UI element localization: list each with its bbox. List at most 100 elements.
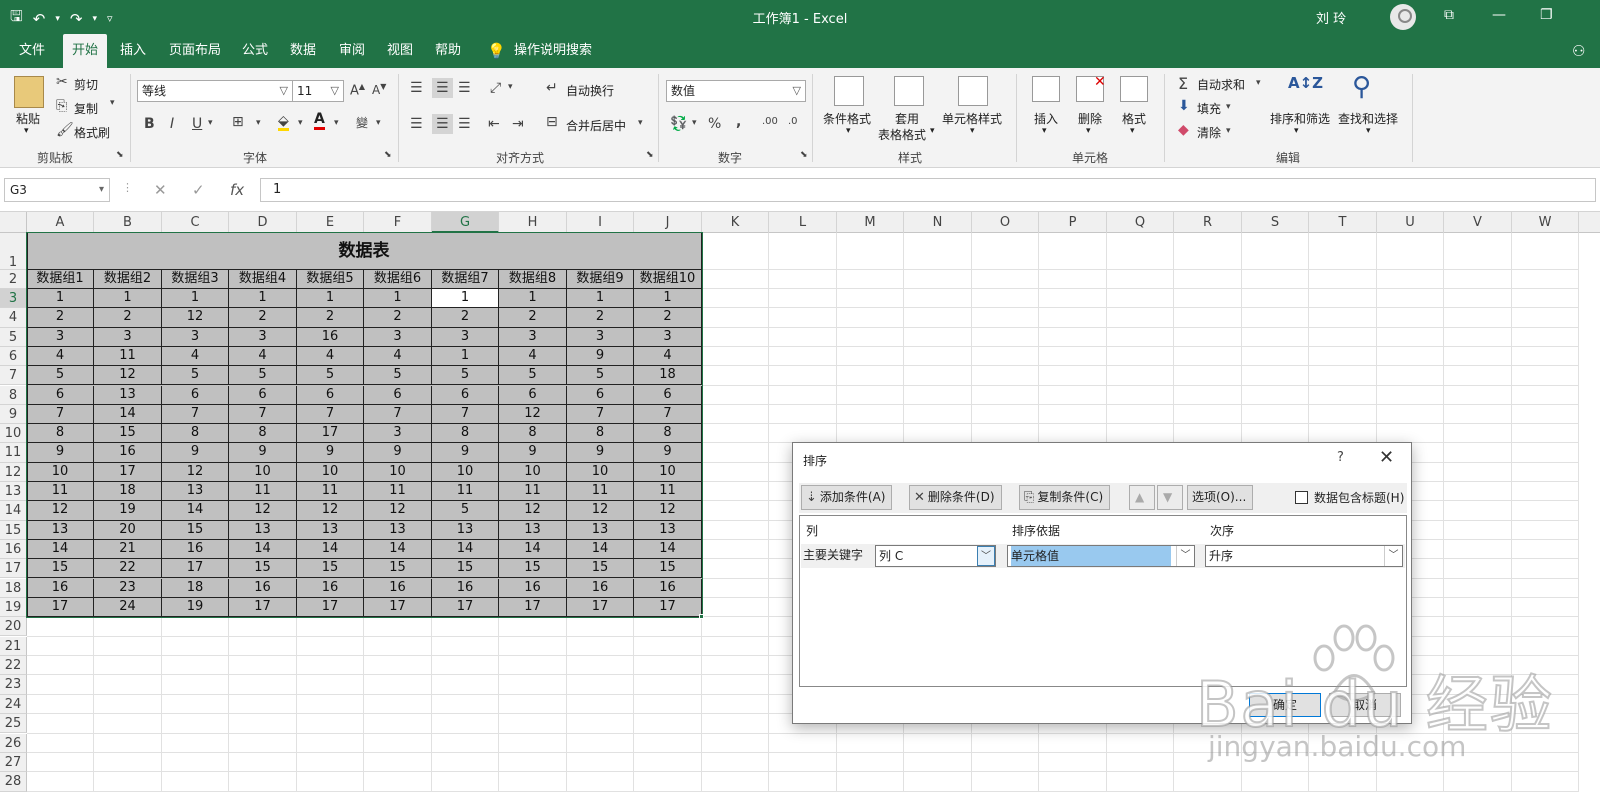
sort-on-select[interactable]: 单元格值 ﹀ [1007, 545, 1195, 567]
fill-color-icon[interactable]: ⬙ [278, 114, 289, 131]
table-cell[interactable]: 15 [27, 559, 94, 579]
row-header-5[interactable]: 5 [0, 327, 27, 347]
table-header-cell[interactable]: 数据组5 [297, 270, 364, 289]
table-cell[interactable]: 5 [229, 366, 297, 386]
table-cell[interactable]: 6 [297, 385, 364, 405]
dialog-launcher-icon[interactable]: ⬊ [800, 150, 808, 160]
fill-button[interactable]: 填充 [1197, 100, 1221, 117]
row-header-12[interactable]: 12 [0, 462, 27, 482]
table-cell[interactable]: 15 [634, 559, 702, 579]
ok-button[interactable]: 确定 [1249, 693, 1321, 717]
copy-level-button[interactable]: ⎘ 复制条件(C) [1019, 485, 1111, 510]
bold-icon[interactable]: B [144, 116, 155, 132]
table-cell[interactable]: 16 [567, 578, 634, 598]
table-cell[interactable]: 7 [27, 404, 94, 425]
column-header-h[interactable]: H [499, 212, 567, 233]
table-cell[interactable]: 11 [499, 482, 567, 502]
table-cell[interactable]: 4 [499, 346, 567, 367]
chevron-down-icon[interactable]: ▾ [1042, 126, 1047, 136]
table-cell[interactable]: 13 [229, 520, 297, 540]
tab-file[interactable]: 文件 [10, 34, 54, 68]
table-cell[interactable]: 16 [634, 578, 702, 598]
avatar[interactable] [1390, 4, 1416, 30]
autosum-button[interactable]: 自动求和 [1197, 76, 1245, 93]
table-cell[interactable]: 12 [499, 501, 567, 521]
table-cell[interactable]: 10 [297, 462, 364, 482]
chevron-down-icon[interactable]: ▾ [208, 118, 213, 128]
table-cell[interactable]: 15 [162, 520, 229, 540]
table-cell[interactable]: 16 [499, 578, 567, 598]
table-cell[interactable]: 17 [499, 597, 567, 618]
row-header-22[interactable]: 22 [0, 655, 27, 676]
tab-data[interactable]: 数据 [281, 34, 325, 68]
column-header-f[interactable]: F [364, 212, 432, 233]
chevron-down-icon[interactable]: ▾ [1294, 126, 1299, 136]
column-header-e[interactable]: E [297, 212, 364, 233]
restore-icon[interactable]: ❐ [1540, 7, 1553, 23]
table-cell[interactable]: 16 [364, 578, 432, 598]
row-header-4[interactable]: 4 [0, 308, 27, 328]
table-cell[interactable]: 1 [162, 289, 229, 309]
align-center-icon[interactable]: ☰ [432, 114, 453, 134]
ribbon-display-icon[interactable]: ⧉ [1444, 7, 1454, 23]
table-cell[interactable]: 1 [432, 289, 499, 309]
chevron-down-icon[interactable]: ▾ [638, 118, 643, 128]
table-cell[interactable]: 3 [229, 327, 297, 347]
table-title[interactable]: 数据表 [27, 233, 702, 270]
table-cell[interactable]: 14 [634, 539, 702, 560]
table-cell[interactable]: 10 [567, 462, 634, 482]
format-as-table-line1[interactable]: 套用 [895, 110, 919, 127]
column-select[interactable]: 列 C ﹀ [875, 545, 996, 567]
table-cell[interactable]: 8 [567, 424, 634, 444]
sort-level-row[interactable]: 主要关键字 列 C ﹀ 单元格值 ﹀ 升序 ﹀ [801, 544, 1405, 568]
table-header-cell[interactable]: 数据组8 [499, 270, 567, 289]
chevron-down-icon[interactable]: ▾ [692, 118, 697, 128]
delete-cells-button[interactable]: 删除 [1078, 110, 1102, 127]
table-cell[interactable]: 15 [364, 559, 432, 579]
table-cell[interactable]: 1 [27, 289, 94, 309]
column-header-m[interactable]: M [837, 212, 904, 233]
chevron-down-icon[interactable]: ▾ [334, 118, 339, 128]
table-cell[interactable]: 2 [27, 308, 94, 328]
table-cell[interactable]: 3 [432, 327, 499, 347]
table-cell[interactable]: 8 [229, 424, 297, 444]
enter-icon[interactable]: ✓ [192, 181, 205, 199]
table-cell[interactable]: 5 [499, 366, 567, 386]
table-cell[interactable]: 12 [162, 308, 229, 328]
clear-button[interactable]: 清除 [1197, 124, 1221, 141]
table-cell[interactable]: 13 [634, 520, 702, 540]
table-cell[interactable]: 4 [162, 346, 229, 367]
border-icon[interactable]: ⊞ [232, 114, 244, 130]
tab-view[interactable]: 视图 [378, 34, 422, 68]
table-cell[interactable]: 9 [499, 443, 567, 463]
table-header-cell[interactable]: 数据组6 [364, 270, 432, 289]
decrease-decimal-icon[interactable]: .0 [788, 116, 798, 127]
table-cell[interactable]: 12 [27, 501, 94, 521]
table-cell[interactable]: 2 [297, 308, 364, 328]
table-header-cell[interactable]: 数据组4 [229, 270, 297, 289]
table-cell[interactable]: 3 [162, 327, 229, 347]
table-cell[interactable]: 17 [229, 597, 297, 618]
table-cell[interactable]: 6 [27, 385, 94, 405]
table-cell[interactable]: 9 [27, 443, 94, 463]
column-header-d[interactable]: D [229, 212, 297, 233]
table-cell[interactable]: 16 [229, 578, 297, 598]
column-header-a[interactable]: A [27, 212, 94, 233]
table-cell[interactable]: 17 [364, 597, 432, 618]
align-bottom-icon[interactable]: ☰ [458, 80, 471, 96]
options-button[interactable]: 选项(O)... [1187, 485, 1254, 510]
table-cell[interactable]: 17 [432, 597, 499, 618]
row-header-20[interactable]: 20 [0, 617, 27, 637]
select-all-corner[interactable] [0, 212, 27, 233]
table-cell[interactable]: 8 [432, 424, 499, 444]
chevron-down-icon[interactable]: ▾ [298, 118, 303, 128]
move-down-button[interactable]: ▼ [1157, 485, 1183, 510]
chevron-down-icon[interactable]: ▾ [24, 126, 29, 136]
column-header-i[interactable]: I [567, 212, 634, 233]
table-cell[interactable]: 7 [432, 404, 499, 425]
table-header-cell[interactable]: 数据组7 [432, 270, 499, 289]
table-cell[interactable]: 12 [297, 501, 364, 521]
chevron-down-icon[interactable]: ▾ [256, 118, 261, 128]
table-cell[interactable]: 15 [297, 559, 364, 579]
has-headers-checkbox[interactable] [1295, 491, 1308, 504]
